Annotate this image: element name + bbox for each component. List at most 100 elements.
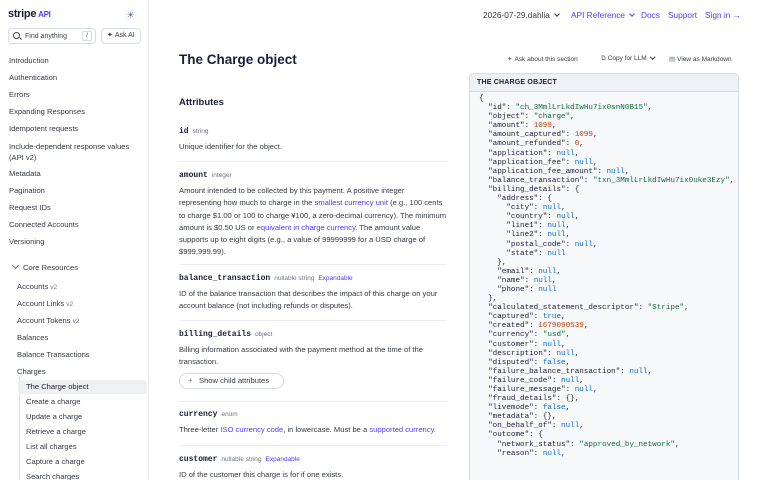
field-customer: customer nullable string Expandable ID of … — [179, 454, 447, 480]
item-label: Accounts — [17, 282, 49, 291]
code-line: "metadata": {}, — [479, 413, 557, 422]
attributes-heading: Attributes — [179, 97, 224, 108]
sidebar-item-account-links[interactable]: Account Links v2 — [17, 299, 73, 308]
chevron-down-icon — [649, 53, 655, 59]
sidebar-item-authentication[interactable]: Authentication — [9, 73, 57, 82]
sidebar-subitem-charge-object[interactable]: The Charge object — [18, 380, 147, 394]
field-description: Three-letter ISO currency code, in lower… — [179, 424, 447, 436]
divider — [179, 401, 447, 402]
field-billing-details: billing_details object Billing informatio… — [179, 329, 447, 369]
code-line: "outcome": { — [479, 431, 543, 440]
code-line: "phone": null — [479, 285, 557, 294]
code-line: "city": null, — [479, 204, 566, 213]
field-balance-transaction: balance_transaction nullable string Expand… — [179, 273, 447, 313]
desc-text: Three-letter — [179, 425, 221, 434]
sidebar-item-connected-accounts[interactable]: Connected Accounts — [9, 220, 79, 229]
sidebar-item-charges[interactable]: Charges — [17, 367, 46, 376]
supported-currency-link[interactable]: supported currency — [369, 425, 433, 434]
docs-link[interactable]: Docs — [641, 10, 660, 20]
expandable-badge[interactable]: Expandable — [318, 275, 352, 282]
desc-text: , in lowercase. Must be a — [283, 425, 370, 434]
sidebar-item-account-tokens[interactable]: Account Tokens v2 — [17, 316, 79, 325]
code-line: "name": null, — [479, 276, 557, 285]
button-label: Show child attributes — [199, 376, 270, 385]
sidebar-section-core-resources[interactable]: Core Resources — [11, 261, 78, 272]
button-label: Copy for LLM — [607, 55, 647, 62]
logo-text: stripe — [8, 8, 37, 20]
show-child-attributes-button[interactable]: + Show child attributes — [179, 373, 284, 389]
json-code-block[interactable]: { "id": "ch_3MmlLrLkdIwHu7ix0snN0B15", "… — [479, 95, 737, 459]
item-label: Account Links — [17, 299, 65, 308]
sidebar-item-expanding-responses[interactable]: Expanding Responses — [9, 107, 85, 116]
code-line: "application_fee": null, — [479, 158, 598, 167]
version-selector[interactable]: 2026-07-29.dahlia — [483, 10, 560, 20]
divider — [179, 161, 447, 162]
sidebar-item-introduction[interactable]: Introduction — [9, 56, 49, 65]
sidebar-item-request-ids[interactable]: Request IDs — [9, 203, 51, 212]
top-bar: 2026-07-29.dahlia API Reference Docs Sup… — [149, 0, 768, 30]
code-line: "failure_balance_transaction": null, — [479, 367, 653, 376]
sidebar-item-balances[interactable]: Balances — [17, 333, 48, 342]
copy-for-llm-button[interactable]: ⧉ Copy for LLM — [601, 53, 655, 63]
code-line: }, — [479, 258, 507, 267]
field-description: ID of the customer this charge is for if… — [179, 470, 344, 479]
sparkle-icon: ✦ — [507, 56, 513, 63]
view-markdown-button[interactable]: ▤ View as Markdown — [669, 55, 732, 63]
field-type: integer — [211, 172, 232, 179]
field-name: amount — [179, 171, 208, 180]
plus-icon: + — [188, 376, 193, 385]
ask-about-section-button[interactable]: ✦ Ask about this section — [507, 55, 578, 63]
sidebar-item-idempotent-requests[interactable]: Idempotent requests — [9, 124, 78, 133]
version-badge: v2 — [50, 284, 58, 291]
sign-in-link[interactable]: Sign in → — [705, 10, 741, 20]
sidebar-item-balance-transactions[interactable]: Balance Transactions — [17, 350, 90, 359]
sidebar-subitem-retrieve-charge[interactable]: Retrieve a charge — [26, 427, 86, 436]
code-line: "calculated_statement_descriptor": "Stri… — [479, 304, 689, 313]
code-line: "failure_message": null, — [479, 386, 598, 394]
sidebar-subitem-list-charges[interactable]: List all charges — [26, 442, 77, 451]
sidebar: stripe API ☀ Find anything / ✦ Ask AI Intr… — [0, 0, 149, 480]
sidebar-item-errors[interactable]: Errors — [9, 90, 30, 99]
support-link[interactable]: Support — [668, 10, 697, 20]
divider — [179, 264, 447, 265]
field-type: object — [255, 331, 273, 338]
ask-ai-label: Ask AI — [114, 32, 135, 39]
ask-ai-button[interactable]: ✦ Ask AI — [101, 28, 141, 44]
code-line: "livemode": false, — [479, 404, 571, 413]
sidebar-subitem-capture-charge[interactable]: Capture a charge — [26, 457, 85, 466]
copy-icon: ⧉ — [601, 55, 606, 62]
code-line: "billing_details": { — [479, 185, 580, 194]
code-line: "id": "ch_3MmlLrLkdIwHu7ix0snN0B15", — [479, 104, 653, 113]
code-line: }, — [479, 295, 498, 304]
api-reference-menu[interactable]: API Reference — [571, 10, 635, 20]
sidebar-item-include-dependent[interactable]: Include-dependent response values (API v… — [9, 141, 139, 163]
search-row: Find anything / ✦ Ask AI — [8, 28, 141, 44]
code-line: "failure_code": null, — [479, 376, 584, 385]
sidebar-subitem-create-charge[interactable]: Create a charge — [26, 397, 80, 406]
sidebar-subitem-update-charge[interactable]: Update a charge — [26, 412, 82, 421]
sidebar-subitem-search-charges[interactable]: Search charges — [26, 472, 79, 480]
code-line: "reason": null, — [479, 449, 566, 458]
code-line: "country": null, — [479, 213, 580, 222]
equivalent-currency-link[interactable]: equivalent in charge currency — [257, 223, 356, 232]
button-label: Ask about this section — [514, 56, 578, 63]
sidebar-item-versioning[interactable]: Versioning — [9, 237, 44, 246]
stripe-logo[interactable]: stripe API — [8, 8, 51, 20]
logo-suffix: API — [38, 10, 51, 19]
code-line: "application": null, — [479, 149, 580, 158]
code-panel-header: THE CHARGE OBJECT — [470, 74, 738, 92]
search-input[interactable]: Find anything / — [8, 28, 96, 44]
item-label: Account Tokens — [17, 316, 71, 325]
field-name: billing_details — [179, 330, 252, 339]
smallest-currency-unit-link[interactable]: smallest currency unit — [315, 198, 388, 207]
sidebar-item-metadata[interactable]: Metadata — [9, 169, 41, 178]
sidebar-item-accounts[interactable]: Accounts v2 — [17, 282, 57, 291]
expandable-badge[interactable]: Expandable — [266, 456, 300, 463]
iso-currency-code-link[interactable]: ISO currency code — [220, 425, 283, 434]
button-label: View as Markdown — [677, 56, 732, 63]
theme-toggle-sun-icon[interactable]: ☀ — [124, 9, 137, 22]
sidebar-item-pagination[interactable]: Pagination — [9, 186, 45, 195]
code-line: "fraud_details": {}, — [479, 395, 580, 404]
code-line: "currency": "usd", — [479, 331, 571, 340]
field-id: id string Unique identifier for the objec… — [179, 126, 447, 153]
